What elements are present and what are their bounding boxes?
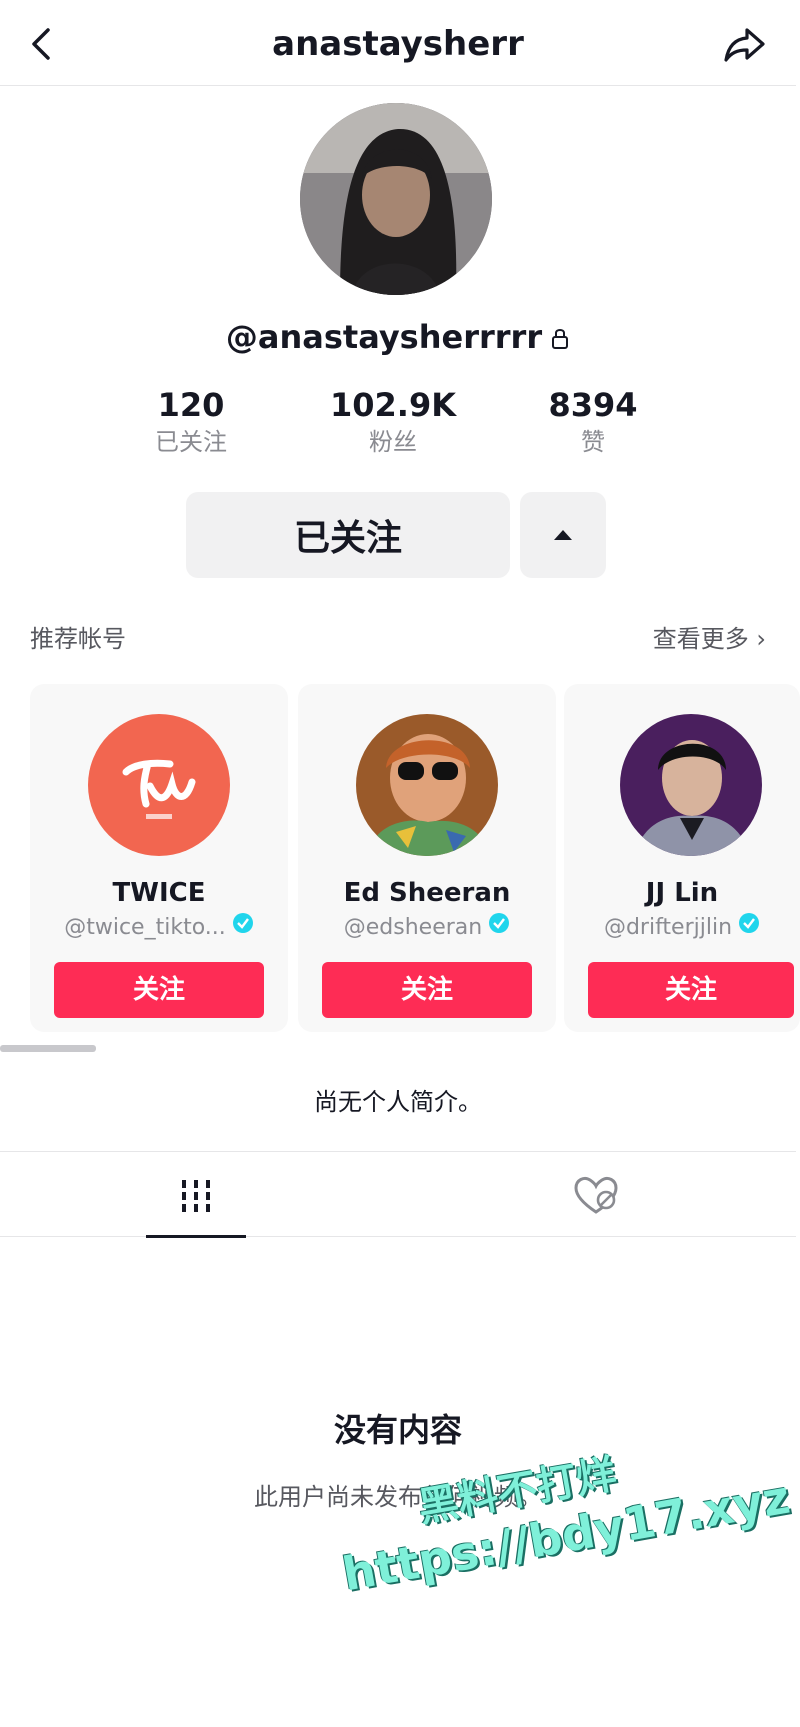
hidden-liked-heart-icon [574,1176,618,1214]
suggested-name: JJ Lin [645,878,719,908]
verified-icon [232,912,254,944]
tab-videos[interactable] [146,1152,246,1238]
stat-likes-value: 8394 [548,386,638,424]
stat-followers[interactable]: 102.9K 粉丝 [308,385,478,459]
verified-icon [738,912,760,944]
ed-sheeran-avatar-image [356,714,498,856]
profile-handle: @anastaysherrrrr [225,318,543,356]
stat-followers-value: 102.9K [329,386,456,424]
suggested-handle-row: @drifterjjlin [564,912,800,944]
verified-icon [488,912,510,944]
profile-bio: 尚无个人简介。 [314,1088,482,1116]
lock-icon [550,317,570,361]
suggested-follow-button[interactable]: 关注 [588,962,794,1018]
suggested-handle: @twice_tikto... [64,915,226,940]
jj-lin-avatar-image [620,714,762,856]
see-more-label: 查看更多 [652,625,749,653]
share-icon [724,28,765,62]
content-tabs [0,1151,796,1238]
stat-following-value: 120 [157,386,225,424]
chevron-right-icon: › [756,625,766,653]
suggested-handle: @edsheeran [343,915,483,940]
stat-likes-label: 赞 [581,428,605,456]
suggested-name: Ed Sheeran [343,878,511,908]
suggested-name: TWICE [112,878,206,908]
suggested-handle: @drifterjjlin [603,915,733,940]
following-button[interactable]: 已关注 [186,492,510,578]
suggested-toggle-button[interactable] [520,492,606,578]
suggested-handle-row: @edsheeran [298,912,556,944]
profile-avatar[interactable] [300,103,492,295]
suggested-follow-button[interactable]: 关注 [54,962,264,1018]
profile-stats: 120 已关注 102.9K 粉丝 8394 赞 [0,385,796,465]
page-title: anastaysherr [272,24,524,64]
suggested-follow-button[interactable]: 关注 [322,962,532,1018]
suggested-avatar[interactable] [88,714,230,856]
stat-following[interactable]: 120 已关注 [106,385,276,459]
avatar-image [300,103,492,295]
tab-liked[interactable] [546,1152,646,1238]
stat-likes: 8394 赞 [508,385,678,459]
see-more-link[interactable]: 查看更多 › [653,622,766,656]
suggested-card[interactable]: JJ Lin @drifterjjlin 关注 [564,684,800,1032]
suggested-card[interactable]: Ed Sheeran @edsheeran 关注 [298,684,556,1032]
top-bar: anastaysherr [0,0,796,86]
suggested-accounts-title: 推荐帐号 [30,625,126,653]
twice-logo-image [88,714,230,856]
stat-followers-label: 粉丝 [369,428,417,456]
caret-up-icon [554,530,572,540]
suggested-handle-row: @twice_tikto... [30,912,288,944]
share-button[interactable] [720,22,770,66]
horizontal-scrollbar[interactable] [0,1045,96,1052]
suggested-avatar[interactable] [356,714,498,856]
stat-following-label: 已关注 [155,428,227,456]
suggested-card[interactable]: TWICE @twice_tikto... 关注 [30,684,288,1032]
profile-handle-row: @anastaysherrrrr [0,315,796,361]
suggested-avatar[interactable] [620,714,762,856]
video-grid-icon [182,1180,210,1212]
